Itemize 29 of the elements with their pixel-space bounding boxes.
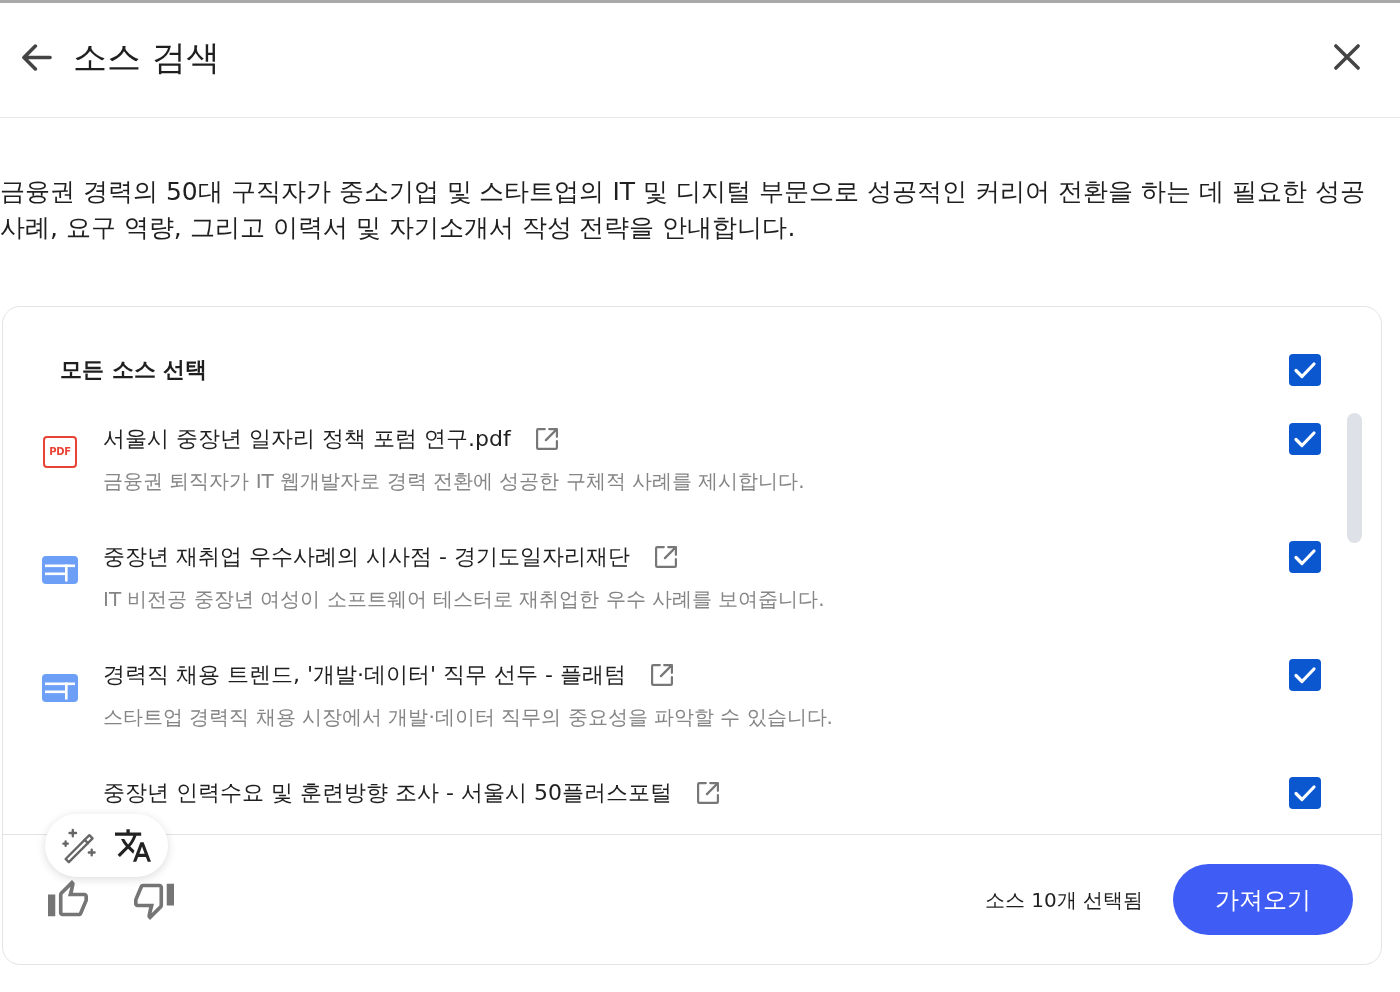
- source-description: IT 비전공 중장년 여성이 소프트웨어 테스터로 재취업한 우수 사례를 보여줍니다.: [103, 586, 826, 613]
- source-title[interactable]: 경력직 채용 트렌드, '개발·데이터' 직무 선두 - 플래텀: [103, 660, 626, 690]
- select-all-label: 모든 소스 선택: [60, 356, 208, 384]
- scrollbar-thumb[interactable]: [1347, 413, 1362, 543]
- source-title[interactable]: 중장년 재취업 우수사례의 시사점 - 경기도일자리재단: [103, 542, 630, 572]
- web-page-icon: [42, 674, 78, 702]
- external-link-icon[interactable]: [651, 664, 673, 686]
- checkbox[interactable]: [1289, 541, 1321, 573]
- checkbox[interactable]: [1289, 354, 1321, 386]
- page-title: 소스 검색: [73, 36, 220, 79]
- checkbox[interactable]: [1289, 423, 1321, 455]
- translate-icon[interactable]: [115, 829, 152, 862]
- import-button[interactable]: 가져오기: [1173, 864, 1353, 935]
- back-arrow-icon[interactable]: [22, 43, 52, 71]
- external-link-icon[interactable]: [654, 546, 677, 568]
- magic-wand-icon[interactable]: [61, 827, 98, 864]
- source-title[interactable]: 서울시 중장년 일자리 정책 포럼 연구.pdf: [103, 424, 511, 454]
- checkbox[interactable]: [1289, 777, 1321, 809]
- web-page-icon: [42, 556, 78, 584]
- external-link-icon[interactable]: [696, 782, 719, 804]
- source-description: 스타트업 경력직 채용 시장에서 개발·데이터 직무의 중요성을 파악할 수 있습니다.: [103, 704, 834, 731]
- selected-count-text: 소스 10개 선택됨: [984, 886, 1143, 914]
- source-description: 금융권 퇴직자가 IT 웹개발자로 경력 전환에 성공한 구체적 사례를 제시합니다.: [103, 468, 806, 495]
- close-icon[interactable]: [1334, 44, 1360, 70]
- source-title[interactable]: 중장년 인력수요 및 훈련방향 조사 - 서울시 50플러스포털: [103, 778, 672, 808]
- pdf-file-icon: PDF: [43, 436, 77, 468]
- description-text: 금융권 경력의 50대 구직자가 중소기업 및 스타트업의 IT 및 디지털 부문으로 성공적인 커리어 전환을 하는 데 필요한 성공 사례, 요구 역량, 그리고 이력서 및 자기소개서 작성 전략을 안내합니다.: [0, 176, 1366, 244]
- external-link-icon[interactable]: [535, 428, 558, 450]
- checkbox[interactable]: [1289, 659, 1321, 691]
